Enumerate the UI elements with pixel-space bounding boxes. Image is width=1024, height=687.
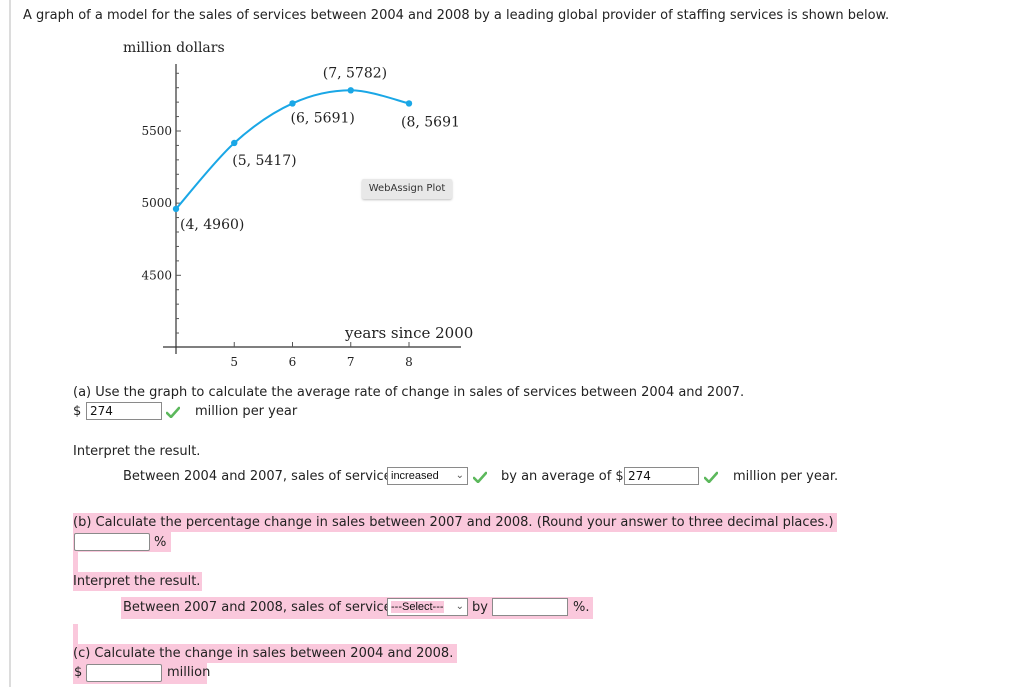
part-a-sentence-start: Between 2004 and 2007, sales of service (123, 469, 392, 484)
part-b-question: (b) Calculate the percentage change in s… (73, 513, 837, 532)
data-point-label: (7, 5782) (323, 65, 387, 81)
part-a-dollar: $ (73, 404, 82, 419)
part-a-sentence-mid: by an average of $ (501, 469, 624, 484)
data-point-label: (4, 4960) (180, 217, 244, 233)
y-tick-label: 5000 (141, 196, 172, 210)
data-point (172, 205, 180, 213)
data-point (347, 87, 354, 94)
x-tick-label: 5 (230, 355, 238, 369)
x-tick-label: 6 (289, 355, 297, 369)
part-a-direction-select[interactable]: increased ⌄ (387, 467, 468, 485)
x-tick-label: 7 (347, 355, 355, 369)
check-icon (704, 471, 718, 483)
x-tick-label: 8 (405, 355, 413, 369)
webassign-plot-badge[interactable]: WebAssign Plot (362, 179, 452, 199)
part-b-select-value: ---Select--- (391, 601, 444, 613)
part-b-interpret-label: Interpret the result. (73, 572, 203, 591)
y-tick-label: 5500 (141, 124, 172, 138)
part-c-unit: million (167, 665, 211, 680)
chevron-down-icon: ⌄ (455, 601, 464, 612)
data-point-label: (5, 5417) (232, 153, 296, 169)
data-point (405, 100, 413, 107)
x-ticks: 5 6 7 8 (230, 342, 413, 369)
part-c-question: (c) Calculate the change in sales betwee… (73, 644, 458, 663)
part-b-sentence-start: Between 2007 and 2008, sales of service (123, 600, 392, 615)
part-c-dollar: $ (74, 665, 83, 680)
data-point-label: (6, 5691) (291, 110, 355, 126)
data-point (231, 139, 238, 147)
data-points: (4, 4960) (5, 5417) (6, 5691) (7, 5782) (8, … (172, 65, 460, 233)
part-c-highlight-strip (73, 624, 78, 644)
part-b-percent-change-input[interactable] (492, 598, 568, 616)
data-point (289, 100, 296, 107)
part-b-percent-input[interactable] (74, 533, 150, 551)
part-b-sentence-end: %. (573, 600, 590, 615)
part-b-direction-select[interactable]: ---Select--- ⌄ (387, 598, 468, 616)
part-b-sentence-mid: by (472, 600, 488, 615)
part-a-select-value: increased (391, 470, 439, 482)
y-ticks: 4500 5000 5500 (141, 124, 172, 282)
part-a-interpret-label: Interpret the result. (73, 444, 201, 459)
chevron-down-icon: ⌄ (455, 470, 464, 481)
part-b-highlight-strip (73, 552, 78, 572)
y-tick-label: 4500 (141, 268, 172, 282)
data-point-label: (8, 5691 (401, 114, 460, 130)
part-a-question: (a) Use the graph to calculate the avera… (73, 385, 745, 400)
part-b-unit: % (154, 535, 167, 550)
x-axis-label: years since 2000 (344, 324, 473, 342)
part-a-average-input[interactable]: 274 (624, 467, 699, 485)
check-icon (166, 406, 180, 418)
part-a-sentence-end: million per year. (733, 469, 839, 484)
part-a-unit: million per year (195, 404, 298, 419)
y-axis-label: million dollars (123, 40, 225, 56)
part-a-rate-input[interactable]: 274 (86, 402, 162, 420)
part-c-change-input[interactable] (86, 664, 162, 682)
check-icon (473, 471, 487, 483)
